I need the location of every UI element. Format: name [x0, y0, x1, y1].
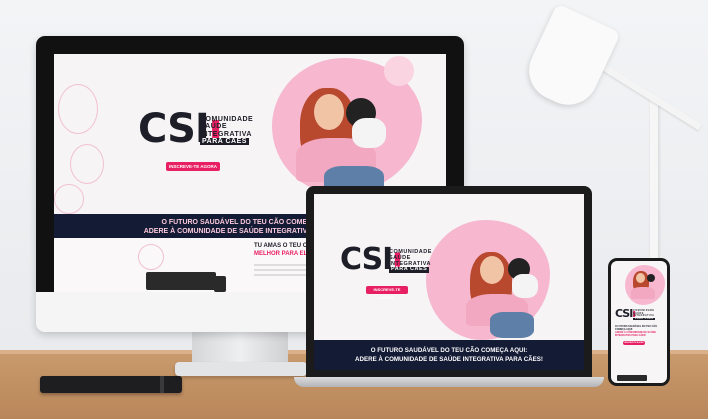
promo-banner: O FUTURO SAUDÁVEL DO TEU CÃO COMEÇA AQUI…	[314, 340, 584, 370]
decorative-swirl	[138, 244, 164, 270]
logo-tagline: COMUNIDADE SAÚDE INTEGRATIVA PARA CÃES	[200, 116, 253, 146]
decorative-swirl	[54, 184, 84, 214]
lamp-arm	[588, 55, 703, 131]
tagline-line2: SAÚDE	[200, 123, 228, 131]
banner-line1: O FUTURO SAUDÁVEL DO TEU CÃO COMEÇA AQUI…	[370, 347, 528, 354]
hero-photo	[462, 244, 552, 340]
phone-screen: CSIı COMUNIDADE SAÚDE INTEGRATIVA PARA C…	[611, 261, 667, 383]
logo-text: CSI	[340, 242, 393, 277]
smartphone: CSIı COMUNIDADE SAÚDE INTEGRATIVA PARA C…	[608, 258, 670, 386]
phone-thumbnail	[214, 276, 226, 292]
notebook	[40, 376, 182, 393]
tagline-box: PARA CÃES	[200, 138, 249, 146]
hero-photo	[629, 269, 663, 305]
signup-button[interactable]: INSCREVE-TE AGORA	[166, 162, 220, 171]
logo-text: CSI	[615, 307, 633, 320]
laptop: CSIı COMUNIDADE SAÚDE INTEGRATIVA PARA C…	[306, 186, 592, 378]
banner-line2: ADERE À COMUNIDADE DE SAÚDE INTEGRATIVA …	[355, 356, 543, 363]
laptop-screen: CSIı COMUNIDADE SAÚDE INTEGRATIVA PARA C…	[314, 194, 584, 370]
monitor-stand-base	[175, 362, 307, 376]
decorative-swirl	[58, 84, 98, 134]
hero-photo	[286, 74, 406, 204]
signup-button[interactable]: INSCREVE-TE AGORA	[366, 286, 408, 300]
website-mobile: CSIı COMUNIDADE SAÚDE INTEGRATIVA PARA C…	[611, 261, 667, 383]
laptop-thumbnail	[146, 272, 216, 290]
banner-line2: ADERE À COMUNIDADE DE SAÚDE INTEGRATIVA …	[615, 331, 656, 337]
laptop-base	[294, 377, 604, 387]
tagline-box: PARA CÃES	[389, 266, 430, 274]
decorative-swirl	[70, 144, 104, 184]
laptop-thumbnail	[617, 375, 647, 381]
website-laptop: CSIı COMUNIDADE SAÚDE INTEGRATIVA PARA C…	[314, 194, 584, 370]
logo-tagline: COMUNIDADE SAÚDE INTEGRATIVA PARA CÃES	[389, 249, 432, 274]
lamp-head	[519, 3, 621, 115]
tagline-line3: INTEGRATIVA	[200, 130, 252, 138]
signup-button[interactable]: INSCREVE-TE AGORA	[623, 341, 645, 345]
tagline-box: PARA CÃES	[633, 316, 656, 321]
notebook-band	[160, 376, 164, 393]
mobile-headline: O FUTURO SAUDÁVEL DO TEU CÃO COMEÇA AQUI…	[615, 325, 663, 337]
mockup-scene: CSIı COMUNIDADE SAÚDE INTEGRATIVA PARA C…	[0, 0, 708, 419]
logo-tagline: COMUNIDADE SAÚDE INTEGRATIVA PARA CÃES	[633, 309, 656, 321]
logo-text: CSI	[138, 106, 210, 152]
